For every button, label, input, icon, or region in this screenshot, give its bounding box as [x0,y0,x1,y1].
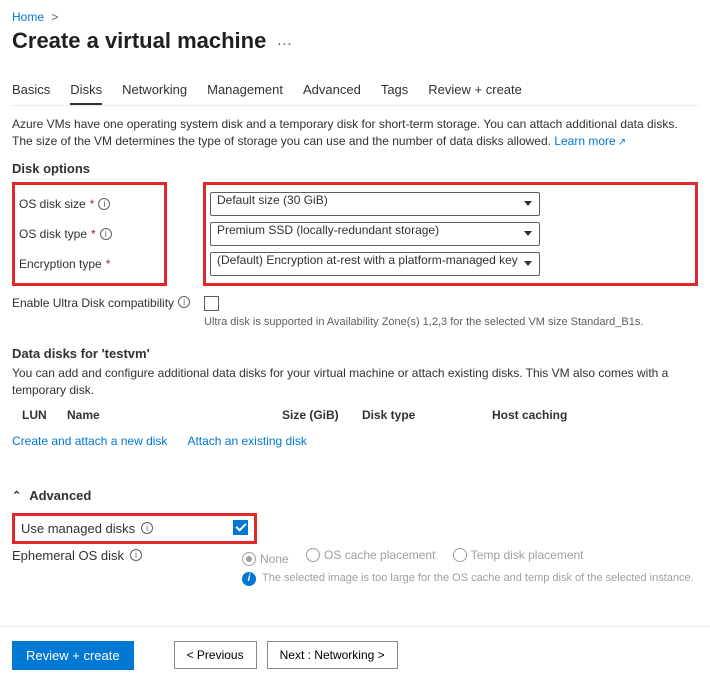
ephemeral-radio-temp[interactable]: Temp disk placement [453,548,584,562]
ephemeral-label: Ephemeral OS disk [12,548,124,563]
previous-button[interactable]: < Previous [174,641,257,669]
tab-advanced[interactable]: Advanced [303,82,361,105]
ultra-disk-checkbox[interactable] [204,296,219,311]
chevron-right-icon: > [51,10,58,24]
tab-tags[interactable]: Tags [381,82,408,105]
os-disk-type-label: OS disk type [19,227,87,241]
info-icon[interactable]: i [178,296,190,308]
tab-management[interactable]: Management [207,82,283,105]
attach-disk-link[interactable]: Attach an existing disk [187,434,306,448]
highlight-labels: OS disk size * i OS disk type * i Encryp… [12,182,167,286]
info-icon[interactable]: i [100,228,112,240]
data-disks-table-header: LUN Name Size (GiB) Disk type Host cachi… [12,408,698,426]
info-filled-icon: i [242,572,256,586]
breadcrumb[interactable]: Home > [12,10,698,24]
chevron-up-icon: ⌃ [12,489,21,502]
footer: Review + create < Previous Next : Networ… [0,627,710,684]
next-button[interactable]: Next : Networking > [267,641,398,669]
col-lun: LUN [12,408,67,422]
col-size: Size (GiB) [282,408,362,422]
encryption-type-dropdown[interactable]: (Default) Encryption at-rest with a plat… [210,252,540,276]
data-disks-heading: Data disks for 'testvm' [12,346,698,361]
ultra-disk-hint: Ultra disk is supported in Availability … [204,316,643,328]
disk-options-heading: Disk options [12,161,698,176]
os-disk-type-dropdown[interactable]: Premium SSD (locally-redundant storage) [210,222,540,246]
info-icon[interactable]: i [98,198,110,210]
tab-review[interactable]: Review + create [428,82,522,105]
more-actions-icon[interactable]: … [276,32,292,50]
os-disk-size-label: OS disk size [19,197,86,211]
data-disks-desc: You can add and configure additional dat… [12,365,698,400]
create-disk-link[interactable]: Create and attach a new disk [12,434,167,448]
tabs: Basics Disks Networking Management Advan… [12,82,698,106]
tab-networking[interactable]: Networking [122,82,187,105]
encryption-type-label: Encryption type [19,257,102,271]
tab-description: Azure VMs have one operating system disk… [12,116,698,151]
info-icon[interactable]: i [141,522,153,534]
advanced-toggle[interactable]: ⌃ Advanced [12,488,698,503]
use-managed-disks-checkbox[interactable] [233,520,248,535]
col-cache: Host caching [492,408,698,422]
tab-basics[interactable]: Basics [12,82,50,105]
use-managed-disks-label: Use managed disks [21,521,135,536]
info-icon[interactable]: i [130,549,142,561]
ultra-disk-label: Enable Ultra Disk compatibility [12,296,174,310]
external-link-icon: ↗ [618,137,626,148]
col-dtype: Disk type [362,408,492,422]
ephemeral-radio-oscache[interactable]: OS cache placement [306,548,435,562]
os-disk-size-dropdown[interactable]: Default size (30 GiB) [210,192,540,216]
breadcrumb-home[interactable]: Home [12,10,44,24]
tab-disks[interactable]: Disks [70,82,102,105]
col-name: Name [67,408,282,422]
page-title: Create a virtual machine [12,28,266,54]
highlight-controls: Default size (30 GiB) Premium SSD (local… [203,182,698,286]
highlight-managed-disks: Use managed disks i [12,513,257,544]
ephemeral-hint: The selected image is too large for the … [262,572,694,586]
ephemeral-radio-none[interactable]: None [242,552,289,566]
review-create-button[interactable]: Review + create [12,641,134,670]
learn-more-link[interactable]: Learn more↗ [554,134,626,148]
